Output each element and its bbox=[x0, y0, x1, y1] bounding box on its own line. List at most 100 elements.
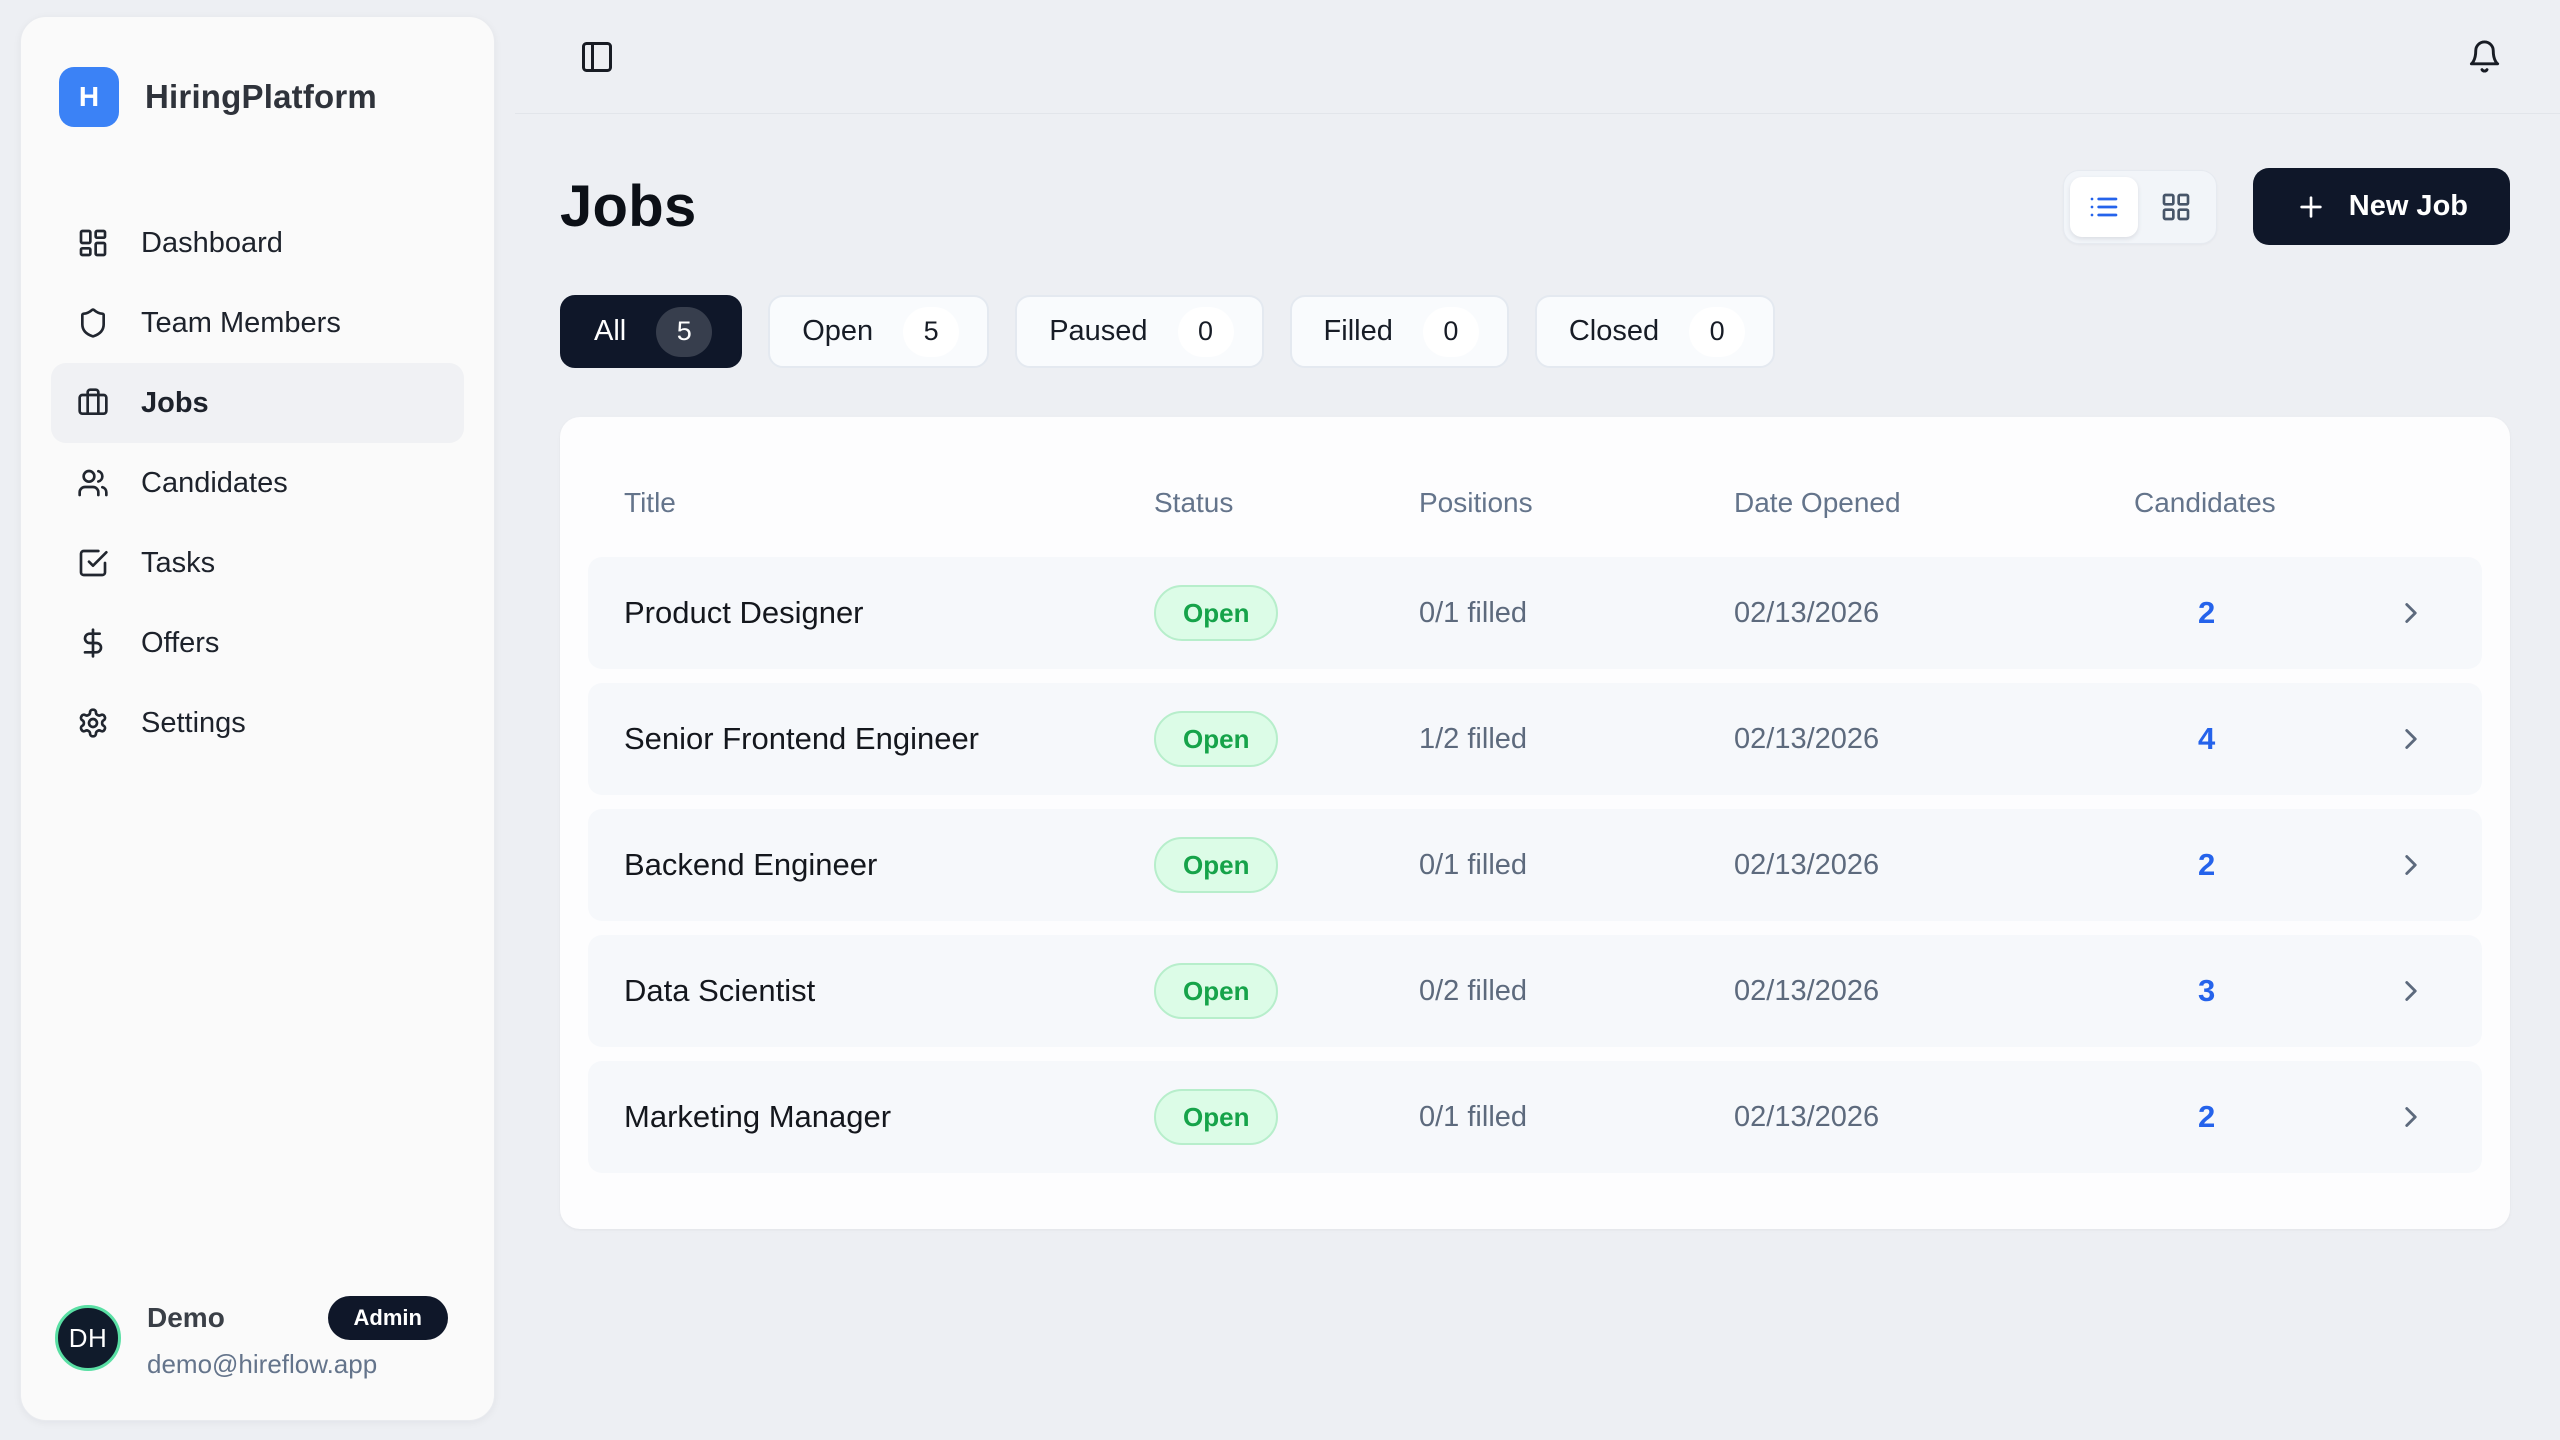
job-title: Data Scientist bbox=[624, 973, 1154, 1009]
filter-label: Closed bbox=[1569, 315, 1659, 348]
job-date-opened: 02/13/2026 bbox=[1734, 597, 2134, 630]
sidebar-item-dashboard[interactable]: Dashboard bbox=[51, 203, 464, 283]
column-header-title: Title bbox=[624, 487, 1154, 519]
filter-count-badge: 0 bbox=[1178, 307, 1234, 357]
grid-view-button[interactable] bbox=[2142, 177, 2210, 237]
panel-left-icon bbox=[579, 39, 615, 75]
chevron-right-icon bbox=[2394, 722, 2428, 756]
sidebar: H HiringPlatform Dashboard Team Members … bbox=[20, 16, 495, 1421]
new-job-button[interactable]: New Job bbox=[2253, 168, 2510, 245]
job-candidates-count: 2 bbox=[2134, 595, 2394, 631]
dashboard-icon bbox=[77, 227, 109, 259]
grid-icon bbox=[2160, 191, 2192, 223]
job-candidates-count: 3 bbox=[2134, 973, 2394, 1009]
sidebar-item-team-members[interactable]: Team Members bbox=[51, 283, 464, 363]
main-content: Jobs New Job bbox=[515, 114, 2560, 1440]
filter-label: All bbox=[594, 315, 626, 348]
sidebar-item-label: Tasks bbox=[141, 547, 215, 580]
brand: H HiringPlatform bbox=[51, 67, 464, 127]
job-date-opened: 02/13/2026 bbox=[1734, 849, 2134, 882]
role-badge: Admin bbox=[328, 1296, 448, 1340]
shield-icon bbox=[77, 307, 109, 339]
notifications-button[interactable] bbox=[2461, 33, 2508, 80]
filter-count-badge: 5 bbox=[656, 307, 712, 357]
bell-icon bbox=[2467, 39, 2502, 74]
job-date-opened: 02/13/2026 bbox=[1734, 723, 2134, 756]
filter-tab-paused[interactable]: Paused 0 bbox=[1015, 295, 1263, 368]
list-view-button[interactable] bbox=[2070, 177, 2138, 237]
sidebar-item-candidates[interactable]: Candidates bbox=[51, 443, 464, 523]
filter-count-badge: 5 bbox=[903, 307, 959, 357]
table-row[interactable]: Senior Frontend Engineer Open 1/2 filled… bbox=[588, 683, 2482, 795]
sidebar-item-tasks[interactable]: Tasks bbox=[51, 523, 464, 603]
briefcase-icon bbox=[77, 387, 109, 419]
job-title: Backend Engineer bbox=[624, 847, 1154, 883]
sidebar-nav: Dashboard Team Members Jobs Candidates T… bbox=[51, 203, 464, 763]
topbar bbox=[515, 0, 2560, 114]
filter-label: Open bbox=[802, 315, 873, 348]
filter-count-badge: 0 bbox=[1423, 307, 1479, 357]
column-header-candidates: Candidates bbox=[2134, 487, 2394, 519]
page-title: Jobs bbox=[560, 173, 697, 240]
list-icon bbox=[2088, 191, 2120, 223]
job-positions: 0/1 filled bbox=[1419, 1101, 1734, 1134]
status-badge: Open bbox=[1154, 585, 1278, 641]
filter-label: Paused bbox=[1049, 315, 1147, 348]
filter-count-badge: 0 bbox=[1689, 307, 1745, 357]
sidebar-item-label: Offers bbox=[141, 627, 219, 660]
filter-tab-all[interactable]: All 5 bbox=[560, 295, 742, 368]
users-icon bbox=[77, 467, 109, 499]
column-header-date-opened: Date Opened bbox=[1734, 487, 2134, 519]
job-positions: 0/1 filled bbox=[1419, 849, 1734, 882]
view-toggle bbox=[2063, 170, 2217, 244]
table-header-row: Title Status Positions Date Opened Candi… bbox=[588, 449, 2482, 557]
job-candidates-count: 2 bbox=[2134, 847, 2394, 883]
brand-logo: H bbox=[59, 67, 119, 127]
brand-name: HiringPlatform bbox=[145, 78, 377, 116]
job-candidates-count: 2 bbox=[2134, 1099, 2394, 1135]
sidebar-item-label: Candidates bbox=[141, 467, 288, 500]
filter-tab-open[interactable]: Open 5 bbox=[768, 295, 989, 368]
sidebar-item-label: Dashboard bbox=[141, 227, 283, 260]
job-title: Product Designer bbox=[624, 595, 1154, 631]
column-header-positions: Positions bbox=[1419, 487, 1734, 519]
avatar: DH bbox=[55, 1305, 121, 1371]
sidebar-item-label: Team Members bbox=[141, 307, 341, 340]
status-badge: Open bbox=[1154, 711, 1278, 767]
table-row[interactable]: Product Designer Open 0/1 filled 02/13/2… bbox=[588, 557, 2482, 669]
job-positions: 0/2 filled bbox=[1419, 975, 1734, 1008]
filter-tab-closed[interactable]: Closed 0 bbox=[1535, 295, 1775, 368]
plus-icon bbox=[2295, 191, 2327, 223]
sidebar-item-settings[interactable]: Settings bbox=[51, 683, 464, 763]
filter-label: Filled bbox=[1324, 315, 1393, 348]
user-name: Demo bbox=[147, 1302, 225, 1334]
column-header-status: Status bbox=[1154, 487, 1419, 519]
dollar-icon bbox=[77, 627, 109, 659]
job-title: Senior Frontend Engineer bbox=[624, 721, 1154, 757]
table-row[interactable]: Marketing Manager Open 0/1 filled 02/13/… bbox=[588, 1061, 2482, 1173]
filter-tabs: All 5 Open 5 Paused 0 Filled 0 Closed 0 bbox=[560, 295, 2510, 368]
user-email: demo@hireflow.app bbox=[147, 1349, 460, 1380]
chevron-right-icon bbox=[2394, 974, 2428, 1008]
chevron-right-icon bbox=[2394, 848, 2428, 882]
sidebar-item-label: Jobs bbox=[141, 387, 209, 420]
chevron-right-icon bbox=[2394, 1100, 2428, 1134]
table-row[interactable]: Data Scientist Open 0/2 filled 02/13/202… bbox=[588, 935, 2482, 1047]
table-row[interactable]: Backend Engineer Open 0/1 filled 02/13/2… bbox=[588, 809, 2482, 921]
user-box[interactable]: DH Demo Admin demo@hireflow.app bbox=[51, 1296, 464, 1380]
job-title: Marketing Manager bbox=[624, 1099, 1154, 1135]
filter-tab-filled[interactable]: Filled 0 bbox=[1290, 295, 1509, 368]
sidebar-item-label: Settings bbox=[141, 707, 246, 740]
check-square-icon bbox=[77, 547, 109, 579]
sidebar-toggle-button[interactable] bbox=[573, 33, 621, 81]
status-badge: Open bbox=[1154, 837, 1278, 893]
sidebar-item-offers[interactable]: Offers bbox=[51, 603, 464, 683]
job-positions: 1/2 filled bbox=[1419, 723, 1734, 756]
job-candidates-count: 4 bbox=[2134, 721, 2394, 757]
new-job-label: New Job bbox=[2349, 190, 2468, 223]
sidebar-item-jobs[interactable]: Jobs bbox=[51, 363, 464, 443]
job-date-opened: 02/13/2026 bbox=[1734, 1101, 2134, 1134]
status-badge: Open bbox=[1154, 963, 1278, 1019]
gear-icon bbox=[77, 707, 109, 739]
chevron-right-icon bbox=[2394, 596, 2428, 630]
